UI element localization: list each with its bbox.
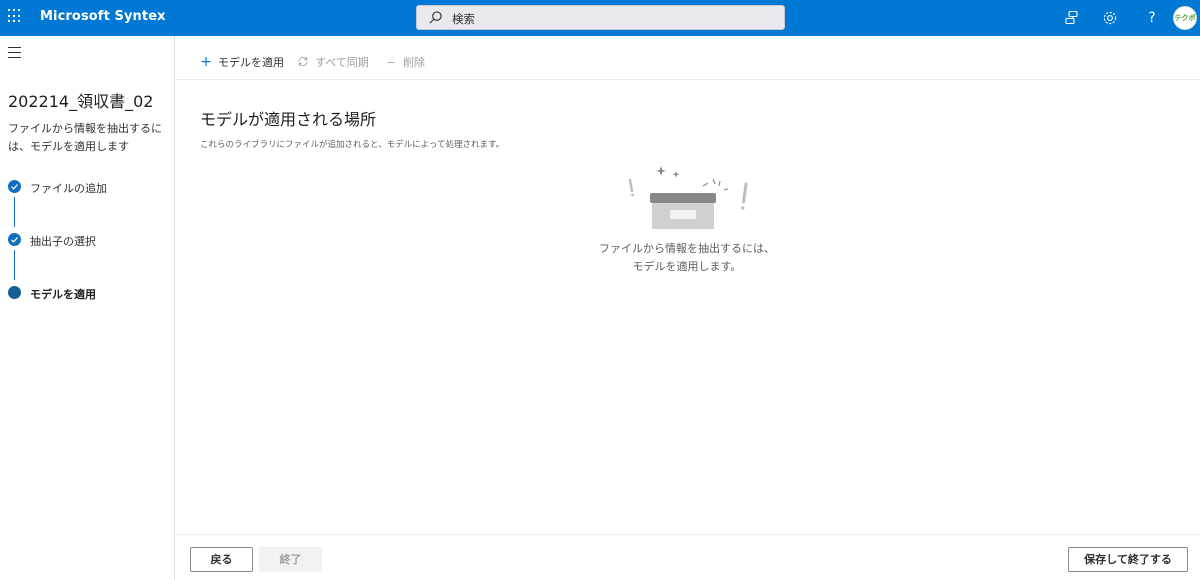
apply-model-button[interactable]: + モデルを適用 bbox=[200, 54, 284, 70]
sync-icon bbox=[298, 56, 308, 67]
gear-icon[interactable] bbox=[1101, 9, 1119, 27]
minus-icon: − bbox=[386, 56, 396, 69]
back-button[interactable]: 戻る bbox=[190, 547, 253, 572]
save-and-exit-button[interactable]: 保存して終了する bbox=[1068, 547, 1188, 572]
empty-box-illustration-icon bbox=[628, 166, 748, 229]
model-description: ファイルから情報を抽出するには、モデルを適用します bbox=[8, 122, 162, 153]
app-launcher-icon[interactable] bbox=[8, 9, 22, 23]
checkmark-icon bbox=[8, 233, 21, 246]
footer-bar bbox=[175, 534, 1200, 580]
left-panel: 202214_領収書_02 ファイルから情報を抽出するには、モデルを適用します … bbox=[0, 36, 175, 580]
apply-model-label: モデルを適用 bbox=[218, 56, 284, 69]
empty-state-line: ファイルから情報を抽出するには、 bbox=[599, 242, 775, 255]
current-step-dot-icon bbox=[8, 286, 21, 299]
top-bar: Microsoft Syntex 検索 ? テクポ bbox=[0, 0, 1200, 36]
step-label: ファイルの追加 bbox=[30, 182, 107, 195]
step-connector bbox=[14, 197, 15, 227]
delete-label: 削除 bbox=[403, 56, 425, 69]
page-title: モデルが適用される場所 bbox=[200, 110, 377, 129]
search-box[interactable]: 検索 bbox=[416, 5, 785, 30]
help-icon[interactable]: ? bbox=[1143, 9, 1161, 27]
share-network-icon[interactable] bbox=[1063, 9, 1081, 27]
app-title[interactable]: Microsoft Syntex bbox=[40, 9, 166, 24]
finish-button[interactable]: 終了 bbox=[259, 547, 322, 572]
sync-all-label: すべて同期 bbox=[315, 56, 369, 69]
model-title: 202214_領収書_02 bbox=[8, 92, 154, 111]
step-label: 抽出子の選択 bbox=[30, 235, 96, 248]
step-label: モデルを適用 bbox=[30, 288, 96, 301]
plus-icon: + bbox=[200, 54, 212, 70]
step-connector bbox=[14, 250, 15, 280]
avatar[interactable]: テクポ bbox=[1173, 6, 1197, 30]
search-input[interactable]: 検索 bbox=[452, 11, 475, 27]
empty-state-message: ファイルから情報を抽出するには、 モデルを適用します。 bbox=[560, 240, 814, 276]
page-subtitle: これらのライブラリにファイルが追加されると、モデルによって処理されます。 bbox=[200, 140, 505, 150]
checkmark-icon bbox=[8, 180, 21, 193]
search-icon bbox=[429, 11, 442, 24]
hamburger-menu-icon[interactable] bbox=[8, 47, 21, 58]
sync-all-button[interactable]: すべて同期 bbox=[297, 54, 369, 70]
empty-state-line: モデルを適用します。 bbox=[632, 260, 742, 273]
delete-button[interactable]: − 削除 bbox=[385, 54, 425, 70]
